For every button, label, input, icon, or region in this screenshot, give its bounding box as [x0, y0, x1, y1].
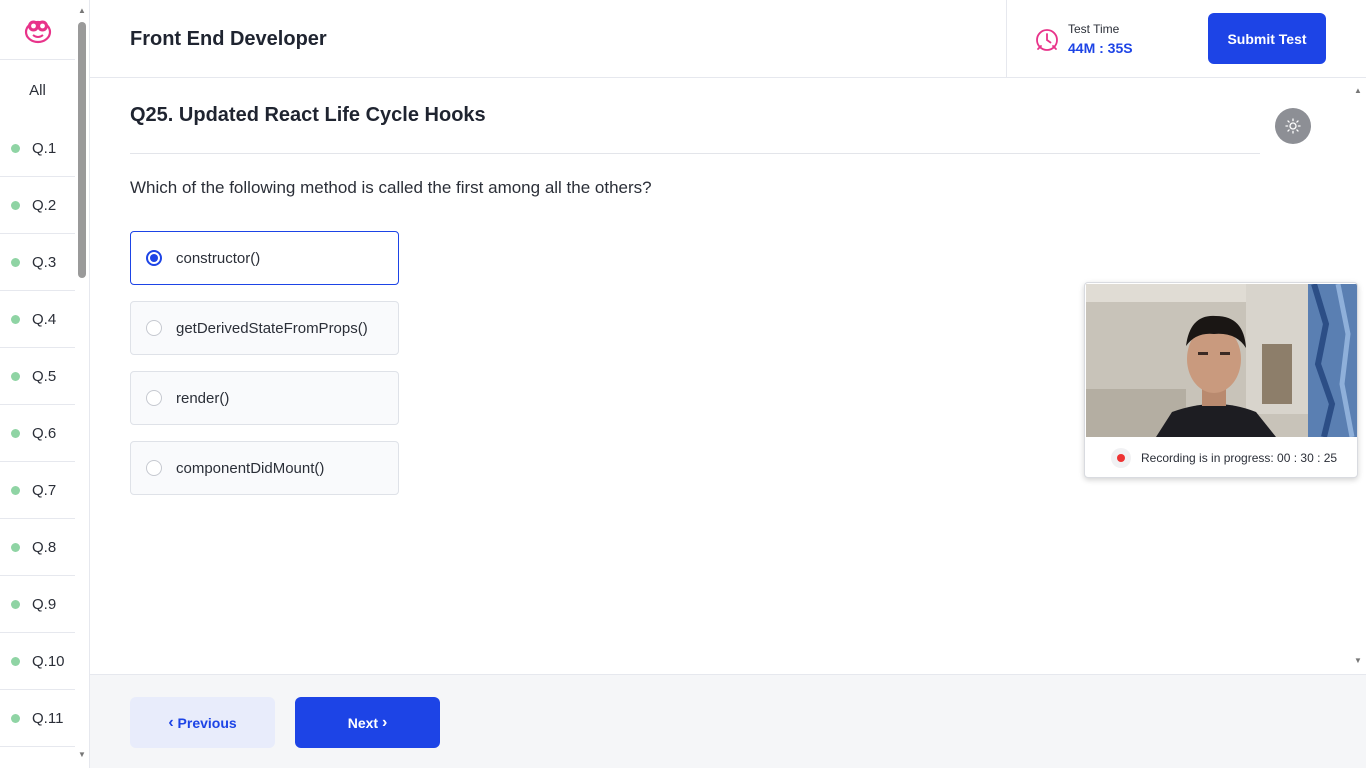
- sidebar-question-item[interactable]: Q.7: [0, 462, 75, 519]
- status-dot: [11, 371, 20, 381]
- previous-label: Previous: [177, 714, 237, 731]
- sidebar-question-item[interactable]: Q.8: [0, 519, 75, 576]
- theme-toggle-button[interactable]: [1275, 108, 1311, 144]
- status-dot: [11, 314, 20, 324]
- status-dot: [11, 428, 20, 438]
- previous-button[interactable]: ‹ Previous: [130, 697, 275, 748]
- filter-all[interactable]: All: [0, 60, 75, 120]
- page-title: Front End Developer: [130, 28, 327, 50]
- clock-icon: [1036, 29, 1058, 51]
- sidebar-question-label: Q.7: [32, 481, 57, 499]
- sidebar-question-label: Q.9: [32, 595, 57, 613]
- chevron-right-icon: ›: [381, 713, 388, 731]
- answer-option-label: componentDidMount(): [176, 459, 325, 477]
- next-button[interactable]: Next ›: [295, 697, 440, 748]
- sidebar-scroll-thumb[interactable]: [78, 22, 86, 278]
- sidebar-question-item[interactable]: Q.3: [0, 234, 75, 291]
- top-header: Front End Developer Test Time 44M : 35S …: [90, 0, 1366, 78]
- answer-options: constructor() getDerivedStateFromProps() r…: [130, 231, 399, 511]
- question-sidebar: All Q.1 Q.2 Q.3 Q.4 Q.5 Q.6 Q.7 Q.8 Q.9 Q.10 Q.11 …: [0, 0, 90, 768]
- answer-option[interactable]: componentDidMount(): [130, 441, 399, 495]
- sidebar-question-item[interactable]: Q.6: [0, 405, 75, 462]
- sidebar-scrollbar[interactable]: ▲ ▼: [76, 0, 88, 768]
- mascot-face-icon: [24, 20, 51, 43]
- question-text: Which of the following method is called …: [130, 178, 652, 197]
- status-dot: [11, 542, 20, 552]
- sidebar-question-item[interactable]: Q.5: [0, 348, 75, 405]
- sidebar-question-label: Q.4: [32, 310, 57, 328]
- timer-value: 44M : 35S: [1068, 40, 1133, 56]
- status-dot: [11, 200, 20, 210]
- sidebar-question-label: Q.3: [32, 253, 57, 271]
- sidebar-question-item[interactable]: Q.2: [0, 177, 75, 234]
- webcam-feed: [1086, 284, 1357, 437]
- radio-button[interactable]: [146, 250, 162, 266]
- sidebar-question-label: Q.10: [32, 652, 65, 670]
- sidebar-question-item[interactable]: Q.4: [0, 291, 75, 348]
- logo[interactable]: [0, 0, 75, 60]
- scroll-down-icon[interactable]: ▼: [77, 750, 87, 760]
- sidebar-question-item[interactable]: Q.1: [0, 120, 75, 177]
- proctoring-camera: Recording is in progress: 00 : 30 : 25: [1084, 282, 1358, 478]
- submit-test-button[interactable]: Submit Test: [1208, 13, 1326, 64]
- answer-option[interactable]: constructor(): [130, 231, 399, 285]
- recording-dot-icon: [1111, 448, 1131, 468]
- sidebar-question-label: Q.1: [32, 139, 57, 157]
- sidebar-question-label: Q.11: [32, 709, 64, 727]
- answer-option[interactable]: getDerivedStateFromProps(): [130, 301, 399, 355]
- answer-option-label: constructor(): [176, 249, 261, 267]
- sidebar-question-item[interactable]: Q.10: [0, 633, 75, 690]
- scroll-down-icon[interactable]: ▼: [1353, 656, 1363, 665]
- title-divider: [130, 153, 1260, 154]
- sidebar-question-label: Q.5: [32, 367, 57, 385]
- sidebar-question-label: Q.2: [32, 196, 57, 214]
- chevron-left-icon: ‹: [168, 713, 174, 731]
- recording-status: Recording is in progress: 00 : 30 : 25: [1111, 448, 1337, 468]
- sidebar-question-item[interactable]: Q.9: [0, 576, 75, 633]
- status-dot: [11, 713, 20, 723]
- answer-option[interactable]: render(): [130, 371, 399, 425]
- radio-button[interactable]: [146, 390, 162, 406]
- scroll-up-icon[interactable]: ▲: [1353, 86, 1363, 95]
- header-divider: [1006, 0, 1007, 78]
- navigation-footer: ‹ Previous Next ›: [90, 674, 1366, 768]
- status-dot: [11, 143, 20, 153]
- status-dot: [11, 485, 20, 495]
- radio-button[interactable]: [146, 460, 162, 476]
- timer-label: Test Time: [1068, 22, 1120, 36]
- answer-option-label: getDerivedStateFromProps(): [176, 319, 368, 337]
- sun-icon: [1285, 118, 1301, 134]
- sidebar-question-label: Q.6: [32, 424, 57, 442]
- question-list: All Q.1 Q.2 Q.3 Q.4 Q.5 Q.6 Q.7 Q.8 Q.9 Q.10 Q.11: [0, 60, 75, 747]
- next-label: Next: [347, 714, 379, 731]
- status-dot: [11, 656, 20, 666]
- status-dot: [11, 257, 20, 267]
- sidebar-question-label: Q.8: [32, 538, 57, 556]
- sidebar-question-item[interactable]: Q.11: [0, 690, 75, 747]
- recording-text: Recording is in progress: 00 : 30 : 25: [1141, 451, 1338, 465]
- answer-option-label: render(): [176, 389, 230, 407]
- scroll-up-icon[interactable]: ▲: [77, 6, 87, 16]
- radio-button[interactable]: [146, 320, 162, 336]
- question-title: Q25. Updated React Life Cycle Hooks: [130, 104, 486, 126]
- status-dot: [11, 599, 20, 609]
